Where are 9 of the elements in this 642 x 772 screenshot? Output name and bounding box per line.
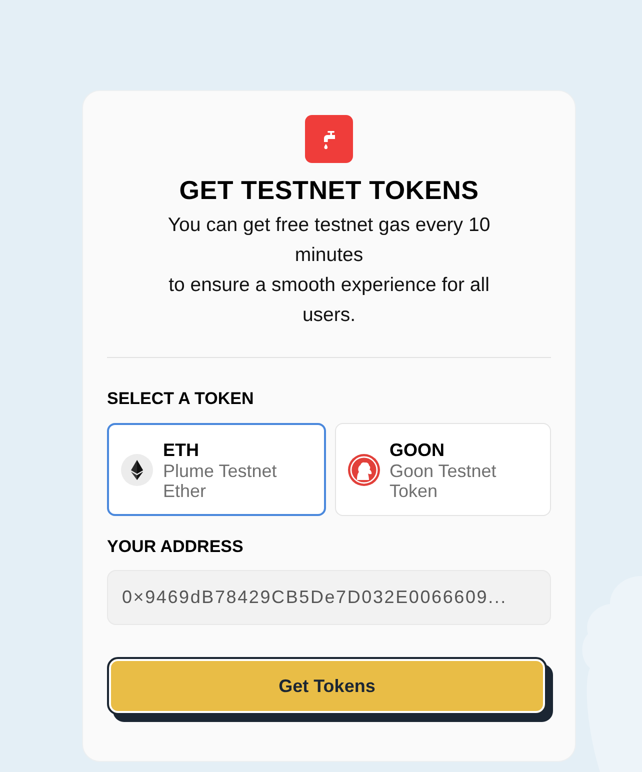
token-option[interactable]: GOON Goon Testnet Token bbox=[334, 423, 551, 516]
section-label: SELECT A TOKEN bbox=[107, 388, 255, 410]
subtitle-text: You can get free testnet gas every 10 minutes to ensure a smooth experience for all users. bbox=[166, 213, 492, 328]
creature-silhouette-icon bbox=[348, 454, 380, 486]
faucet-icon bbox=[305, 115, 353, 163]
address-field[interactable]: 0×9469dB78429CB5De7D032E0066609... bbox=[107, 570, 551, 625]
section-label: YOUR ADDRESS bbox=[107, 536, 244, 558]
page-title: GET TESTNET TOKENS bbox=[179, 174, 479, 206]
token-option[interactable]: ETH Plume Testnet Ether bbox=[107, 423, 326, 516]
